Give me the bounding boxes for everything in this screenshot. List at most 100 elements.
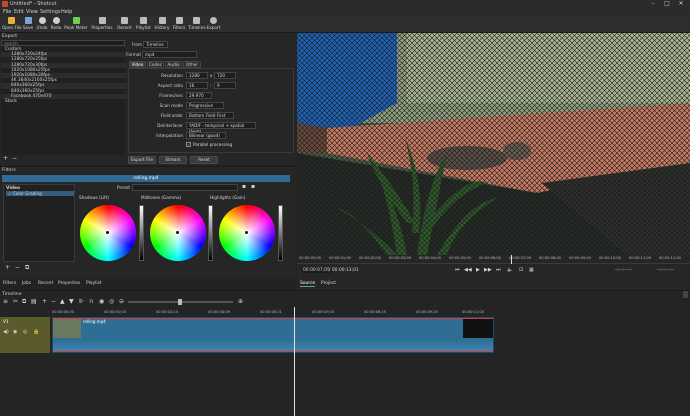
volume-icon[interactable]: 🔈 — [507, 267, 513, 273]
wheel-handle[interactable] — [245, 231, 248, 234]
parallel-checkbox[interactable]: ✓ — [186, 142, 191, 147]
reset-button[interactable]: Reset — [190, 156, 218, 164]
resolution-width-field[interactable]: 1280 — [186, 72, 208, 79]
grid-icon[interactable]: ▦ — [529, 267, 534, 273]
menu-view[interactable]: View — [26, 9, 38, 15]
aspect-den-field[interactable]: 9 — [214, 82, 236, 89]
shadows-slider[interactable] — [139, 205, 144, 261]
timeline-scrollbar[interactable] — [683, 291, 688, 298]
export-button[interactable]: Export — [206, 17, 221, 32]
in-point[interactable]: --:--:--:-- — [615, 268, 632, 273]
history-button[interactable]: History — [154, 17, 170, 32]
menu-help[interactable]: Help — [61, 9, 72, 15]
composite-icon[interactable]: ◎ — [23, 329, 27, 335]
play-icon[interactable]: ▶ — [476, 267, 480, 273]
preset-group-stock[interactable]: Stock — [1, 99, 127, 104]
menu-edit[interactable]: Edit — [14, 9, 24, 15]
timeline-playhead[interactable] — [294, 307, 295, 416]
wheel-handle[interactable] — [176, 231, 179, 234]
properties-button[interactable]: Properties — [90, 17, 114, 32]
tab-other[interactable]: Other — [183, 61, 201, 68]
delete-preset-icon[interactable]: ▪ — [251, 183, 255, 190]
aspect-num-field[interactable]: 16 — [186, 82, 208, 89]
track-header-v1[interactable]: V1 ◀) ◉ ◎ 🔒 — [0, 317, 50, 353]
format-select[interactable]: mp4 — [142, 51, 197, 58]
stream-button[interactable]: Stream — [159, 156, 187, 164]
interpolation-select[interactable]: Bilinear (good) — [186, 132, 226, 139]
recent-button[interactable]: Recent — [116, 17, 133, 32]
out-point[interactable]: --:--:--:-- — [657, 268, 674, 273]
skip-end-icon[interactable]: ⏭ — [496, 267, 501, 273]
deinterlacer-select[interactable]: YADIF - temporal + spatial (best) — [186, 122, 256, 134]
open-file-button[interactable]: Open File — [2, 17, 22, 32]
save-preset-icon[interactable]: ▪ — [242, 183, 246, 190]
tab-filters[interactable]: Filters — [3, 281, 16, 286]
filters-button[interactable]: Filters — [172, 17, 186, 32]
tab-codec[interactable]: Codec — [147, 61, 164, 68]
append-icon[interactable]: + — [42, 298, 47, 305]
scan-mode-select[interactable]: Progressive — [186, 102, 224, 109]
timeline-button[interactable]: Timeline — [188, 17, 206, 32]
highlights-slider[interactable] — [278, 205, 283, 261]
zoom-in-icon[interactable]: ⊕ — [238, 298, 243, 305]
paste-icon[interactable]: ▤ — [31, 298, 37, 305]
tab-source[interactable]: Source — [300, 281, 316, 287]
copy-filter-icon[interactable]: ⧉ — [25, 264, 29, 272]
copy-icon[interactable]: ⧉ — [22, 298, 26, 306]
wheel-handle[interactable] — [106, 231, 109, 234]
video-player[interactable] — [297, 33, 690, 255]
menu-icon[interactable]: ≡ — [3, 298, 8, 305]
preset-select[interactable] — [132, 184, 238, 191]
resolution-height-field[interactable]: 720 — [214, 72, 236, 79]
add-filter-icon[interactable]: + — [5, 264, 10, 271]
minimize-button[interactable]: – — [646, 0, 660, 8]
cut-icon[interactable]: ✂ — [13, 298, 18, 305]
player-playhead[interactable] — [511, 255, 512, 264]
lift-icon[interactable]: ▲ — [60, 298, 65, 305]
timeline-clip[interactable]: rolling.mp4 — [52, 317, 494, 353]
lock-icon[interactable]: 🔒 — [33, 329, 39, 335]
remove-icon[interactable]: − — [51, 298, 56, 305]
menu-file[interactable]: File — [3, 9, 11, 15]
undo-button[interactable]: Undo — [36, 17, 48, 32]
tab-recent[interactable]: Recent — [38, 281, 53, 286]
add-preset-icon[interactable]: + — [3, 155, 8, 162]
export-file-button[interactable]: Export File — [128, 156, 156, 164]
current-timecode[interactable]: 00:00:07;05 — [301, 268, 332, 273]
zoom-slider[interactable] — [128, 299, 233, 305]
fast-forward-icon[interactable]: ▶▶ — [484, 267, 492, 273]
filter-item-color-grading[interactable]: ✓ Color Grading — [6, 191, 74, 196]
snap-icon[interactable]: ∩ — [89, 298, 93, 305]
hide-icon[interactable]: ◉ — [13, 329, 17, 335]
close-button[interactable]: ✕ — [674, 0, 688, 8]
redo-button[interactable]: Redo — [50, 17, 62, 32]
maximize-button[interactable]: □ — [660, 0, 674, 8]
midtones-wheel[interactable] — [150, 205, 206, 261]
preset-search-input[interactable]: search — [1, 40, 125, 46]
highlights-wheel[interactable] — [219, 205, 275, 261]
from-select[interactable]: Timeline — [143, 41, 168, 48]
peak-meter-button[interactable]: Peak Meter — [64, 17, 88, 32]
remove-preset-icon[interactable]: − — [12, 155, 17, 162]
menu-settings[interactable]: Settings — [40, 9, 61, 15]
player-ruler[interactable]: 00:00:00;00 00:00:01;00 00:00:02;00 00:0… — [297, 255, 690, 264]
scrub-icon[interactable]: ◉ — [99, 298, 104, 305]
ripple-icon[interactable]: ◎ — [109, 298, 114, 305]
tab-video[interactable]: Video — [129, 61, 146, 68]
tab-playlist[interactable]: Playlist — [86, 281, 102, 286]
skip-start-icon[interactable]: ⏮ — [455, 267, 460, 273]
zoom-slider-handle[interactable] — [178, 299, 182, 305]
tab-audio[interactable]: Audio — [165, 61, 182, 68]
frame-rate-field[interactable]: 29.970 — [186, 92, 212, 99]
remove-filter-icon[interactable]: − — [15, 264, 20, 271]
overwrite-icon[interactable]: ▼ — [69, 298, 74, 305]
tab-properties[interactable]: Properties — [58, 281, 80, 286]
timeline-ruler[interactable]: 00:00:00;00 00:00:01;03 00:00:02;14 00:0… — [52, 309, 494, 316]
split-icon[interactable]: ⊪ — [79, 298, 84, 305]
playlist-button[interactable]: Playlist — [135, 17, 152, 32]
zoom-icon[interactable]: ⊡ — [519, 267, 523, 273]
midtones-slider[interactable] — [208, 205, 213, 261]
tab-project[interactable]: Project — [321, 281, 336, 286]
zoom-out-icon[interactable]: ⊖ — [119, 298, 124, 305]
tab-jobs[interactable]: Jobs — [22, 281, 31, 286]
